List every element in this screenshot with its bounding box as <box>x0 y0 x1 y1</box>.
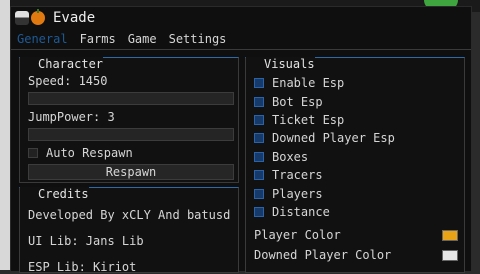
character-header: Character <box>20 57 238 71</box>
auto-respawn-checkbox[interactable] <box>28 148 38 158</box>
downed-player-color-swatch[interactable] <box>442 249 458 261</box>
player-color-swatch[interactable] <box>442 229 458 241</box>
speed-label: Speed: 1450 <box>28 74 108 88</box>
enable-esp-checkbox[interactable] <box>254 78 264 89</box>
auto-respawn-toggle[interactable]: Auto Respawn <box>28 146 133 160</box>
downed-player-esp-toggle[interactable]: Downed Player Esp <box>254 129 395 147</box>
pumpkin-icon <box>31 9 45 25</box>
ticket-esp-label: Ticket Esp <box>272 112 345 127</box>
tab-game[interactable]: Game <box>128 32 157 46</box>
character-title: Character <box>20 57 104 71</box>
distance-label: Distance <box>272 204 330 219</box>
character-panel: Character Speed: 1450 JumpPower: 3 Auto … <box>19 57 239 183</box>
boxes-label: Boxes <box>272 149 309 164</box>
player-color-row: Player Color <box>254 228 458 242</box>
players-checkbox[interactable] <box>254 188 264 199</box>
downed-player-esp-checkbox[interactable] <box>254 133 264 144</box>
credits-header: Credits <box>20 187 238 201</box>
ticket-esp-toggle[interactable]: Ticket Esp <box>254 111 395 129</box>
tracers-label: Tracers <box>272 168 323 183</box>
jumppower-slider[interactable] <box>28 128 234 141</box>
menu-bar: General Farms Game Settings <box>11 29 471 50</box>
enable-esp-label: Enable Esp <box>272 76 345 91</box>
enable-esp-toggle[interactable]: Enable Esp <box>254 74 395 92</box>
tab-farms[interactable]: Farms <box>80 32 116 46</box>
window-title: Evade <box>53 10 96 26</box>
tracers-checkbox[interactable] <box>254 170 264 181</box>
visuals-panel: Visuals Enable Esp Bot Esp Ticket Esp Do… <box>245 57 465 273</box>
tab-general[interactable]: General <box>17 32 68 46</box>
speed-slider[interactable] <box>28 92 234 105</box>
background-left-edge <box>0 0 10 270</box>
tab-settings[interactable]: Settings <box>169 32 227 46</box>
downed-player-color-row: Downed Player Color <box>254 248 458 262</box>
credits-line-2: UI Lib: Jans Lib <box>28 234 144 248</box>
distance-checkbox[interactable] <box>254 206 264 217</box>
tracers-toggle[interactable]: Tracers <box>254 166 395 184</box>
titlebar[interactable]: Evade <box>11 7 471 29</box>
visuals-header: Visuals <box>246 57 464 71</box>
downed-player-color-label: Downed Player Color <box>254 248 392 262</box>
credits-panel: Credits Developed By xCLY And batusd UI … <box>19 187 239 274</box>
evade-window: Evade General Farms Game Settings Charac… <box>10 6 472 274</box>
credits-title: Credits <box>20 187 89 201</box>
visuals-list: Enable Esp Bot Esp Ticket Esp Downed Pla… <box>254 74 395 221</box>
downed-player-esp-label: Downed Player Esp <box>272 131 395 146</box>
credits-line-3: ESP Lib: Kiriot <box>28 260 137 274</box>
avatar-icon <box>15 11 29 25</box>
credits-line-1: Developed By xCLY And batusd <box>28 208 231 222</box>
distance-toggle[interactable]: Distance <box>254 203 395 221</box>
players-toggle[interactable]: Players <box>254 184 395 202</box>
boxes-toggle[interactable]: Boxes <box>254 148 395 166</box>
auto-respawn-label: Auto Respawn <box>46 146 133 160</box>
respawn-button[interactable]: Respawn <box>28 164 234 180</box>
player-color-label: Player Color <box>254 228 341 242</box>
boxes-checkbox[interactable] <box>254 151 264 162</box>
ticket-esp-checkbox[interactable] <box>254 114 264 125</box>
visuals-title: Visuals <box>246 57 315 71</box>
players-label: Players <box>272 186 323 201</box>
bot-esp-checkbox[interactable] <box>254 96 264 107</box>
bot-esp-label: Bot Esp <box>272 94 323 109</box>
bot-esp-toggle[interactable]: Bot Esp <box>254 92 395 110</box>
jumppower-label: JumpPower: 3 <box>28 110 115 124</box>
